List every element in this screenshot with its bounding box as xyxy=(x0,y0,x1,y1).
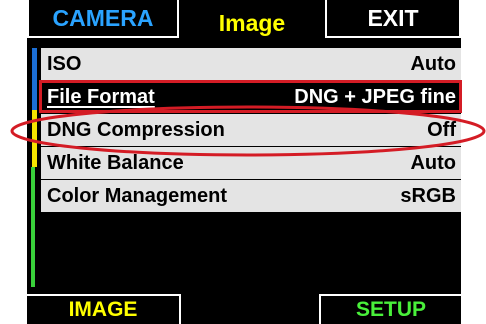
menu-item-value: sRGB xyxy=(400,184,456,207)
menu-item-value: Off xyxy=(427,118,456,141)
menu-item-value: Auto xyxy=(410,151,456,174)
menu-item-dng-compression[interactable]: DNG Compression Off xyxy=(41,114,461,146)
menu-item-label: Color Management xyxy=(47,184,228,207)
menu-item-value: Auto xyxy=(410,52,456,75)
scroll-indicator-yellow xyxy=(32,110,37,167)
tab-exit[interactable]: EXIT xyxy=(325,0,461,38)
menu-item-file-format[interactable]: File Format DNG + JPEG fine xyxy=(41,81,461,113)
scroll-indicator-green xyxy=(31,167,35,287)
menu-item-iso[interactable]: ISO Auto xyxy=(41,48,461,80)
menu-item-color-management[interactable]: Color Management sRGB xyxy=(41,180,461,212)
menu-item-label: White Balance xyxy=(47,151,184,174)
menu-item-value: DNG + JPEG fine xyxy=(294,85,456,108)
tab-image[interactable]: Image xyxy=(179,0,325,38)
softkey-image[interactable]: IMAGE xyxy=(27,294,181,324)
menu-item-white-balance[interactable]: White Balance Auto xyxy=(41,147,461,179)
menu-item-label: File Format xyxy=(47,85,155,108)
softkey-setup[interactable]: SETUP xyxy=(319,294,461,324)
menu-item-label: ISO xyxy=(47,52,82,75)
scroll-indicator-blue xyxy=(32,48,37,110)
tab-camera[interactable]: CAMERA xyxy=(27,0,179,38)
menu-item-label: DNG Compression xyxy=(47,118,225,141)
camera-menu-screen: CAMERA Image EXIT ISO Auto File Format D… xyxy=(27,0,461,324)
